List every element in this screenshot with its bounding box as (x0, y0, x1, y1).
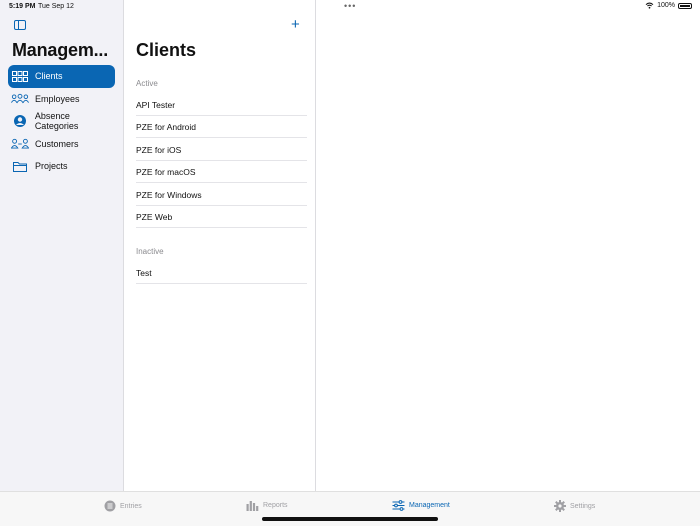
multitasking-dots-icon[interactable]: ••• (344, 1, 356, 11)
customers-icon (11, 138, 29, 150)
sidebar-toggle-icon[interactable] (14, 20, 26, 30)
tab-management[interactable]: Management (392, 500, 450, 511)
wifi-icon (645, 2, 654, 9)
tab-label: Reports (263, 502, 288, 509)
list-item[interactable]: PZE for iOS (136, 139, 307, 161)
battery-icon (678, 2, 692, 9)
list-item[interactable]: API Tester (136, 94, 307, 116)
sidebar-item-label: Employees (35, 93, 80, 104)
status-right: 100% (645, 2, 692, 9)
section-header-active: Active (136, 79, 158, 88)
list-item[interactable]: PZE for Windows (136, 184, 307, 206)
sidebar-item-projects[interactable]: Projects (8, 155, 115, 178)
sliders-icon (392, 500, 405, 511)
person-circle-icon (11, 115, 29, 128)
section-header-inactive: Inactive (136, 247, 164, 256)
detail-pane (316, 14, 700, 491)
list-item[interactable]: Test (136, 262, 307, 284)
sidebar-item-absence-categories[interactable]: Absence Categories (8, 110, 115, 133)
sidebar-item-label: Projects (35, 161, 68, 172)
sidebar-item-label: Customers (35, 138, 79, 149)
list-item[interactable]: PZE for Android (136, 116, 307, 138)
folder-icon (11, 160, 29, 172)
people-icon (11, 93, 29, 105)
tab-label: Settings (570, 502, 596, 510)
status-time: 5:19 PM (9, 3, 36, 10)
home-indicator[interactable] (262, 517, 438, 521)
bar-chart-icon (246, 501, 259, 511)
battery-percent: 100% (657, 2, 675, 9)
page-title: Clients (136, 40, 197, 60)
list-item[interactable]: PZE Web (136, 206, 307, 228)
sidebar-item-clients[interactable]: Clients (8, 65, 115, 88)
tab-label: Management (409, 502, 450, 509)
sidebar-title: Managem... (12, 40, 109, 60)
sidebar-item-customers[interactable]: Customers (8, 133, 115, 156)
sidebar: Managem... Clients Employees Absence Cat… (0, 0, 124, 491)
tab-reports[interactable]: Reports (246, 500, 288, 511)
sidebar-item-label: Clients (35, 71, 63, 82)
clients-list-panel (124, 0, 316, 491)
add-client-button[interactable]: + (291, 17, 300, 32)
tab-entries[interactable]: Entries (104, 500, 142, 512)
tab-label: Entries (120, 502, 142, 510)
sidebar-nav: Clients Employees Absence Categories Cus… (8, 65, 115, 178)
sidebar-item-employees[interactable]: Employees (8, 88, 115, 111)
status-bar: 5:19 PM Tue Sep 12 ••• 100% (0, 0, 700, 14)
status-date: Tue Sep 12 (38, 3, 74, 10)
tab-settings[interactable]: Settings (554, 500, 595, 512)
list-circle-icon (104, 500, 116, 512)
gear-icon (554, 500, 566, 512)
sidebar-item-label: Absence Categories (34, 111, 79, 132)
list-item[interactable]: PZE for macOS (136, 161, 307, 183)
grid-icon (11, 70, 29, 82)
